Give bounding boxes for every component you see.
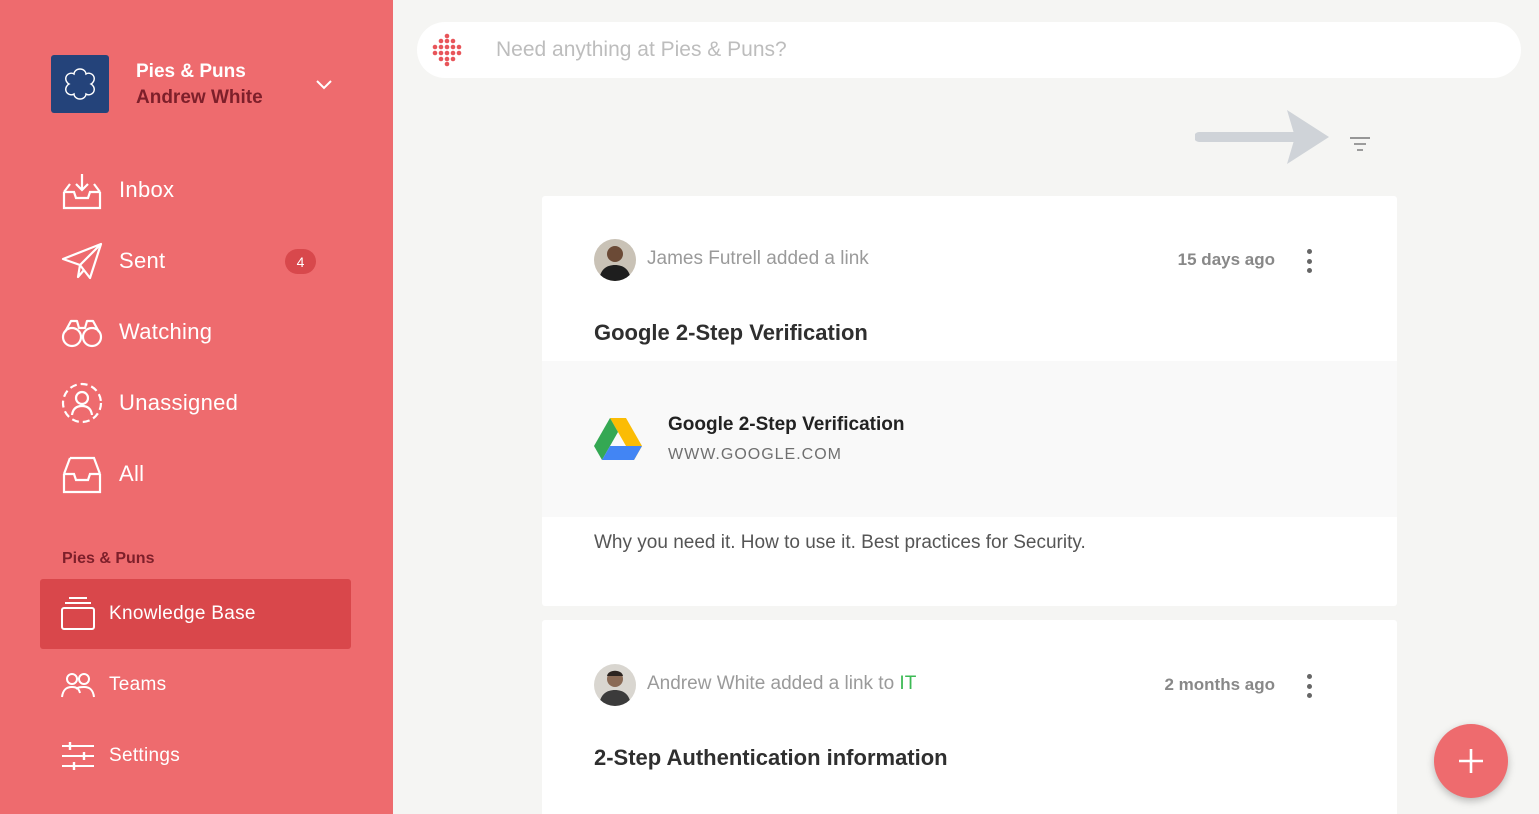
google-drive-icon <box>594 418 642 460</box>
feed-card[interactable]: James Futrell added a link 15 days ago G… <box>542 196 1397 606</box>
card-title[interactable]: Google 2-Step Verification <box>594 320 868 346</box>
current-user-name[interactable]: Andrew White <box>136 87 263 109</box>
nav-item-unassigned[interactable]: Unassigned <box>60 378 238 428</box>
filter-icon[interactable] <box>1346 130 1374 158</box>
more-options-icon[interactable] <box>1299 671 1319 701</box>
feed-card[interactable]: Andrew White added a link to IT 2 months… <box>542 620 1397 814</box>
sidebar: Pies & Puns Andrew White Inbox Sent 4 Wa… <box>0 0 393 814</box>
nav-item-inbox[interactable]: Inbox <box>60 165 174 215</box>
nav-item-watching[interactable]: Watching <box>60 307 212 357</box>
nav-item-label: Knowledge Base <box>109 603 256 624</box>
arrow-right-icon <box>1195 110 1329 164</box>
activity-text: Andrew White added a link to IT <box>647 673 916 695</box>
team-link[interactable]: IT <box>899 673 916 694</box>
workspace-section-heading: Pies & Puns <box>62 550 155 567</box>
sliders-icon <box>60 738 96 774</box>
flower-icon <box>65 68 95 100</box>
inbox-icon <box>60 168 104 212</box>
workspace-logo[interactable] <box>51 55 109 113</box>
nav-item-teams[interactable]: Teams <box>60 663 166 707</box>
paper-plane-icon <box>60 239 104 283</box>
nav-item-label: Unassigned <box>119 390 239 415</box>
nav-item-label: Sent <box>119 248 166 273</box>
nav-item-sent[interactable]: Sent <box>60 236 165 286</box>
timestamp: 15 days ago <box>1177 250 1275 269</box>
link-url: WWW.GOOGLE.COM <box>668 446 842 463</box>
nav-item-label: Watching <box>119 319 213 344</box>
timestamp: 2 months ago <box>1164 675 1275 694</box>
link-preview[interactable]: Google 2-Step Verification WWW.GOOGLE.CO… <box>542 361 1397 517</box>
link-title: Google 2-Step Verification <box>668 414 905 435</box>
card-description: Why you need it. How to use it. Best pra… <box>594 532 1086 553</box>
search-bar <box>417 22 1521 78</box>
sent-count-badge: 4 <box>285 249 316 274</box>
tray-icon <box>60 452 104 496</box>
nav-item-all[interactable]: All <box>60 449 144 499</box>
nav-item-label: Teams <box>109 674 167 695</box>
dots-grid-icon <box>432 33 462 67</box>
activity-text: James Futrell added a link <box>647 248 869 269</box>
nav-item-settings[interactable]: Settings <box>60 734 180 778</box>
plus-icon <box>1459 749 1483 773</box>
binoculars-icon <box>60 310 104 354</box>
avatar[interactable] <box>594 239 636 281</box>
nav-item-knowledge-base[interactable]: Knowledge Base <box>60 592 256 636</box>
avatar[interactable] <box>594 664 636 706</box>
unassigned-user-icon <box>60 381 104 425</box>
activity-prefix: Andrew White added a link to <box>647 673 900 694</box>
search-input[interactable] <box>496 32 1476 68</box>
workspace-name[interactable]: Pies & Puns <box>136 61 246 83</box>
nav-item-label: Inbox <box>119 177 175 202</box>
nav-item-label: Settings <box>109 745 181 766</box>
nav-item-label: All <box>119 461 145 486</box>
chevron-down-icon[interactable] <box>314 76 334 92</box>
card-title[interactable]: 2-Step Authentication information <box>594 745 948 771</box>
add-button[interactable] <box>1434 724 1508 798</box>
team-icon <box>60 667 96 703</box>
stack-icon <box>60 596 96 632</box>
more-options-icon[interactable] <box>1299 246 1319 276</box>
